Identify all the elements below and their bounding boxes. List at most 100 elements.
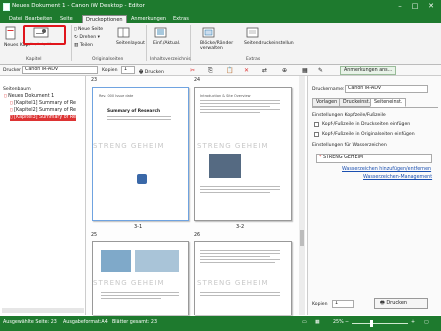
zoom-out-icon[interactable]: − (345, 320, 349, 325)
vertical-scrollbar[interactable] (299, 76, 305, 315)
photo-image (101, 250, 131, 272)
seitendruck-button[interactable]: Seitendruckeinstellun (244, 27, 294, 46)
inhaltsverz-button[interactable]: Einf./Aktual. (153, 27, 180, 46)
chk-originalseiten[interactable] (314, 132, 319, 137)
grid-icon[interactable]: ▦ (302, 67, 308, 74)
kopien-label: Kopien (102, 68, 118, 73)
text-line (200, 253, 280, 254)
tab-anmerkungen[interactable]: Anmerkungen (128, 15, 169, 23)
zoom-slider-thumb[interactable] (370, 320, 373, 327)
tab-extras[interactable]: Extras (170, 15, 192, 23)
document-icon (5, 26, 16, 40)
fit-icon[interactable]: ▢ (424, 320, 429, 325)
status-selected-page: Ausgewählte Seite: 23 (3, 320, 57, 325)
watermark-value: STRENG GEHEIM (322, 155, 364, 160)
view-icon[interactable]: ▦ (315, 320, 320, 325)
neue-seite-button[interactable]: ▯ Neue Seite (74, 27, 103, 32)
page-number: 25 (91, 233, 98, 238)
page-number: 24 (194, 78, 201, 83)
kopien-label-right: Kopien (312, 302, 328, 307)
status-format: Ausgabeformat:A4 (63, 320, 108, 325)
watermark-text: STRENG GEHEIM (93, 142, 165, 150)
druckername-value: Canon iR-ADV (348, 86, 382, 91)
zoom-slider[interactable] (352, 323, 408, 324)
page-thumbnail[interactable]: Introduction & Site Overview STRENG GEHE… (194, 87, 292, 221)
anmerkungen-button[interactable]: Anmerkungen ans... (340, 66, 397, 75)
printer-toolbar: Drucker Canon iR-ADV Kopien 1 🖶 Drucken … (0, 65, 441, 76)
page-print-icon (246, 27, 259, 38)
toc-icon (154, 27, 167, 38)
neue-seite-label: Neue Seite (78, 27, 104, 32)
page-thumbnail[interactable]: STRENG GEHEIM (92, 241, 189, 315)
horizontal-scrollbar[interactable] (2, 308, 84, 313)
bloecke-label: Blöcke/Ränder verwalten (200, 41, 234, 51)
tree-item[interactable]: ▯ [Kapitel1] Summary of Re (10, 101, 76, 107)
view-icon[interactable]: ▭ (302, 320, 307, 325)
drucken-button-right[interactable]: 🖶 Drucken (374, 298, 428, 309)
druckername-combo[interactable]: Canon iR-ADV (345, 85, 428, 93)
page-label: 3-1 (134, 224, 143, 230)
tab-seite[interactable]: Seite (57, 15, 76, 23)
seitenlayout-button[interactable]: Seitenlayout (116, 27, 145, 46)
group-extras-label: Extras (246, 57, 261, 62)
watermark-select[interactable]: * STRENG GEHEIM (316, 154, 432, 163)
maximize-button[interactable]: □ (408, 1, 422, 13)
tree-root[interactable]: ▯ Neues Dokument 1 (4, 94, 54, 100)
scrollbar-thumb[interactable] (300, 230, 304, 246)
divider (146, 25, 147, 61)
watermark-text: STRENG GEHEIM (197, 142, 269, 150)
cut-icon[interactable]: ✂ (190, 67, 195, 74)
drucken-button[interactable]: 🖶 Drucken (139, 68, 164, 76)
page-thumbnail[interactable]: Rev. 000 Issue date Summary of Research … (92, 87, 189, 221)
move-icon[interactable]: ⇄ (262, 67, 267, 74)
kopien-field[interactable]: 1 (121, 66, 135, 74)
ribbon-tabs: Datei Bearbeiten Seite Druckoptionen Anm… (0, 14, 441, 23)
drucker-combo[interactable]: Canon iR-ADV (22, 66, 98, 74)
close-button[interactable]: ✕ (424, 1, 438, 13)
text-line (107, 116, 171, 117)
tab-druckeinst[interactable]: Druckeinst. (339, 98, 375, 107)
tree-item[interactable]: ▯ [Kapitel2] Summary of Re (10, 108, 76, 114)
wm-header: Einstellungen für Wasserzeichen (312, 143, 387, 148)
inhaltsverz-label: Einf./Aktual. (153, 41, 181, 46)
watermark-text: STRENG GEHEIM (197, 279, 269, 287)
text-line (200, 186, 280, 187)
tree-item-label: [Kapitel1] Summary of Re (14, 101, 76, 106)
drucken-right-label: Drucken (386, 300, 408, 306)
page-viewer: 23 24 Rev. 000 Issue date Summary of Res… (86, 76, 305, 315)
text-line (200, 292, 280, 293)
minimize-button[interactable]: – (393, 1, 407, 13)
tab-vorlagen[interactable]: Vorlagen (312, 98, 342, 107)
page-tree-pane: Seitenbaum ▯ Neues Dokument 1 ▯ [Kapitel… (0, 76, 86, 315)
copy-icon[interactable]: ⎘ (208, 67, 213, 75)
kopf-header: Einstellungen Kopfzeile/Fußzeile (312, 113, 386, 118)
page-tree-title: Seitenbaum (3, 87, 31, 92)
zoom-in-icon[interactable]: + (411, 320, 415, 325)
link-wasserzeichen-hinzufuegen[interactable]: Wasserzeichen hinzufügen/entfernen (342, 167, 431, 172)
page-title-text: Summary of Research (107, 109, 161, 114)
text-line (107, 119, 171, 120)
teilen-button[interactable]: ▥ Teilen (74, 43, 93, 48)
delete-icon[interactable]: ✕ (244, 67, 249, 74)
tab-seiteneinst[interactable]: Seiteneinst. (370, 98, 407, 107)
page-thumbnail[interactable]: STRENG GEHEIM (194, 241, 292, 315)
drehen-button[interactable]: ↻ Drehen ▾ (74, 35, 100, 40)
text-line (200, 256, 270, 257)
paste-icon[interactable]: 📋 (226, 67, 233, 74)
tab-bearbeiten[interactable]: Bearbeiten (22, 15, 55, 23)
text-line (200, 262, 275, 263)
window-title: Neues Dokument 1 - Canon iW Desktop - Ed… (12, 3, 145, 9)
tab-druckoptionen[interactable]: Druckoptionen (82, 15, 127, 23)
annotation-icon[interactable]: ✎ (318, 67, 323, 74)
text-line (200, 189, 280, 190)
zoom-icon[interactable]: ⊕ (282, 67, 287, 74)
link-wasserzeichen-management[interactable]: Wasserzeichen-Management (363, 175, 432, 180)
text-line (200, 100, 280, 101)
divider (71, 25, 72, 61)
bloecke-button[interactable]: Blöcke/Ränder verwalten (200, 27, 236, 51)
kopien-field-right[interactable]: 1 (332, 300, 354, 308)
divider (190, 25, 191, 61)
tree-item-selected[interactable]: ▯ [Kapitel3] Summary of Re (10, 115, 76, 121)
seitendruck-label: Seitendruckeinstellun (244, 41, 294, 46)
chk-druckseiten[interactable] (314, 122, 319, 127)
